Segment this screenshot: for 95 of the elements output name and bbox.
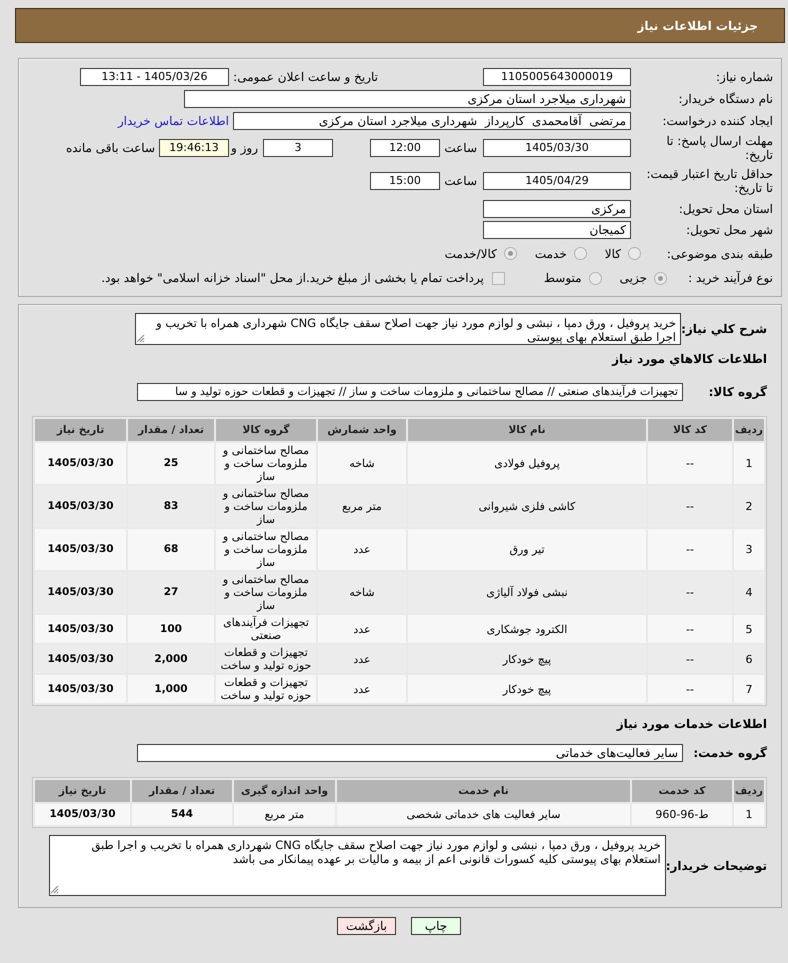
table-cell: مصالح ساختمانی و ملزومات ساخت و ساز bbox=[216, 443, 316, 484]
resize-grip-icon[interactable] bbox=[137, 335, 145, 343]
buyer-org-field[interactable]: شهرداری میلاجرد استان مرکزی bbox=[184, 90, 631, 108]
column-header: واحد شمارش bbox=[318, 419, 406, 441]
table-cell: تجهیزات و قطعات حوزه تولید و ساخت bbox=[216, 675, 316, 703]
services-heading: اطلاعات خدمات مورد نیاز bbox=[616, 716, 767, 733]
table-cell: شاخه bbox=[318, 443, 406, 484]
buyer-notes-field[interactable]: خرید پروفیل ، ورق دمپا ، نبشی و لوازم مورد نیاز جهت اصلاح سقف جایگاه CNG شهرداری همراه با تخریب و اجرا طبق استعلام بهای پیوستی کلیه کسورات قانونی اعم از بیمه و مالیات بر عهده پیمانکار می باشد bbox=[48, 835, 666, 896]
field-label: شهر محل تحویل: bbox=[685, 223, 773, 237]
summary-label: شرح کلي نياز: bbox=[681, 321, 767, 337]
field-label: ساعت bbox=[443, 141, 478, 155]
service-group-field[interactable]: سایر فعالیت‌های خدماتی bbox=[137, 744, 683, 762]
column-header: کد خدمت bbox=[632, 780, 732, 802]
summary-field[interactable]: خرید پروفیل ، ورق دمپا ، نبشی و لوازم مورد نیاز جهت اصلاح سقف جایگاه CNG شهرداری همراه با تخریب و اجرا طبق استعلام بهای پیوستی bbox=[135, 313, 681, 345]
field-label: ایجاد کننده درخواست: bbox=[661, 114, 773, 128]
table-cell: عدد bbox=[318, 675, 406, 703]
table-cell: تیر ورق bbox=[408, 529, 646, 570]
column-header: گروه کالا bbox=[216, 419, 316, 441]
table-cell: 7 bbox=[734, 675, 764, 703]
days-field[interactable]: 3 bbox=[263, 139, 333, 157]
deadline-time-field[interactable]: 12:00 bbox=[370, 139, 440, 157]
table-cell: 5 bbox=[734, 615, 764, 643]
field-label: استان محل تحویل: bbox=[678, 202, 773, 216]
column-header: نام خدمت bbox=[337, 780, 630, 802]
table-cell: -- bbox=[648, 675, 732, 703]
column-header: نام کالا bbox=[408, 419, 646, 441]
radio-label: خدمت bbox=[534, 246, 567, 260]
table-cell: 68 bbox=[128, 529, 214, 570]
remaining-time-field[interactable]: 19:46:13 bbox=[159, 139, 229, 157]
table-cell: 1405/03/30 bbox=[35, 615, 126, 643]
requester-field[interactable]: مرتضی آقامحمدی کارپرداز شهرداری میلاجرد استان مرکزی bbox=[233, 112, 631, 130]
column-header: تعداد / مقدار bbox=[132, 780, 232, 802]
column-header: واحد اندازه گیری bbox=[234, 780, 335, 802]
column-header: ردیف bbox=[734, 419, 764, 441]
service-group-label: گروه خدمت: bbox=[693, 745, 767, 761]
table-cell: سایر فعالیت های خدماتی شخصی bbox=[337, 804, 630, 825]
table-cell: الکترود جوشکاری bbox=[408, 615, 646, 643]
table-cell: مصالح ساختمانی و ملزومات ساخت و ساز bbox=[216, 529, 316, 570]
radio-label: کالا/خدمت bbox=[444, 246, 497, 260]
goods-group-label: گروه کالا: bbox=[708, 384, 767, 400]
field-label: نوع فرآیند خرید : bbox=[687, 271, 773, 285]
table-cell: پیچ خودکار bbox=[408, 675, 646, 703]
table-cell: 1 bbox=[734, 804, 764, 825]
table-cell: پروفیل فولادی bbox=[408, 443, 646, 484]
table-cell: -- bbox=[648, 529, 732, 570]
table-cell: ط-96-960 bbox=[632, 804, 732, 825]
radio-label: متوسط bbox=[544, 271, 582, 285]
city-field[interactable]: کمیجان bbox=[483, 221, 631, 239]
table-cell: 100 bbox=[128, 615, 214, 643]
table-cell: تجهیزات فرآیندهای صنعتی bbox=[216, 615, 316, 643]
field-label: تاریخ و ساعت اعلان عمومی: bbox=[232, 70, 378, 84]
field-label: مهلت ارسال پاسخ: تا تاریخ: bbox=[665, 134, 773, 162]
table-cell: 3 bbox=[734, 529, 764, 570]
goods-group-field[interactable]: تجهیزات فرآیندهای صنعتی // مصالح ساختمانی و ملزومات ساخت و ساز // تجهیزات و قطعات حوزه تولید و سا bbox=[137, 383, 683, 401]
column-header: تاریخ نیاز bbox=[35, 419, 126, 441]
radio-label: کالا bbox=[604, 246, 621, 260]
table-cell: -- bbox=[648, 443, 732, 484]
column-header: کد کالا bbox=[648, 419, 732, 441]
print-button[interactable]: چاپ bbox=[411, 917, 461, 935]
validity-date-field[interactable]: 1405/04/29 bbox=[483, 172, 631, 190]
table-cell: عدد bbox=[318, 529, 406, 570]
table-cell: 1 bbox=[734, 443, 764, 484]
field-label: ساعت bbox=[443, 174, 478, 188]
column-header: تاریخ نیاز bbox=[35, 780, 130, 802]
field-label: حداقل تاریخ اعتبار قیمت: تا تاریخ: bbox=[645, 167, 773, 195]
table-cell: 544 bbox=[132, 804, 232, 825]
column-header: تعداد / مقدار bbox=[128, 419, 214, 441]
validity-time-field[interactable]: 15:00 bbox=[370, 172, 440, 190]
table-cell: 1,000 bbox=[128, 675, 214, 703]
column-header: ردیف bbox=[734, 780, 764, 802]
table-cell: عدد bbox=[318, 615, 406, 643]
need-number-field[interactable]: 1105005643000019 bbox=[483, 68, 631, 86]
contact-info-link[interactable]: اطلاعات تماس خریدار bbox=[118, 114, 229, 128]
deadline-date-field[interactable]: 1405/03/30 bbox=[483, 139, 631, 157]
back-button[interactable]: بازگشت bbox=[337, 917, 396, 935]
buyer-notes-label: توضیحات خریدار: bbox=[666, 858, 767, 874]
goods-heading: اطلاعات کالاهاي مورد نياز bbox=[612, 351, 767, 368]
announcement-date-field[interactable]: 1405/03/26 - 13:11 bbox=[80, 68, 229, 86]
table-cell: 1405/03/30 bbox=[35, 529, 126, 570]
table-cell: 1405/03/30 bbox=[35, 804, 130, 825]
table-cell: -- bbox=[648, 615, 732, 643]
table-cell: 1405/03/30 bbox=[35, 675, 126, 703]
province-field[interactable]: مرکزی bbox=[483, 200, 631, 218]
resize-grip-icon[interactable] bbox=[50, 886, 59, 894]
checkbox-label: پرداخت تمام یا بخشی از مبلغ خرید.از محل "اسناد خزانه اسلامی" خواهد بود. bbox=[101, 271, 484, 285]
field-label: شماره نیاز: bbox=[715, 70, 773, 84]
field-label: نام دستگاه خریدار: bbox=[678, 92, 773, 106]
field-label: ساعت باقی مانده bbox=[66, 141, 155, 155]
radio-label: جزیی bbox=[620, 271, 647, 285]
page-title: جزئیات اطلاعات نیاز bbox=[637, 18, 758, 32]
table-cell: 1405/03/30 bbox=[35, 443, 126, 484]
table-cell: متر مربع bbox=[234, 804, 335, 825]
field-label: طبقه بندی موضوعی: bbox=[666, 246, 773, 260]
field-label: روز و bbox=[230, 141, 259, 155]
table-cell: 25 bbox=[128, 443, 214, 484]
